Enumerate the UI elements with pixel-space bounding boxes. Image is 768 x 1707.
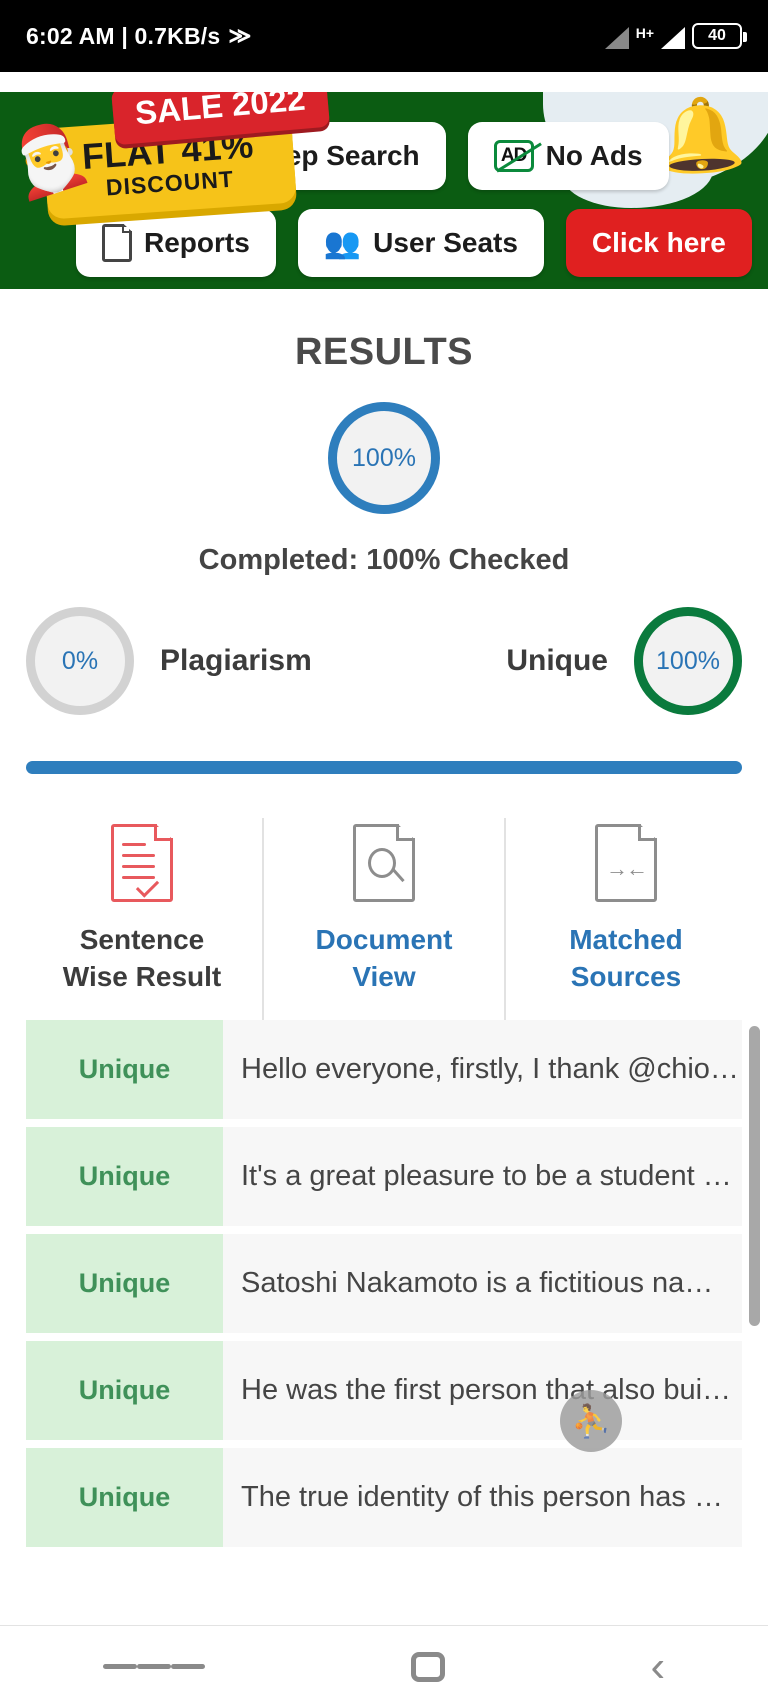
tab-document-line1: Document — [315, 924, 453, 955]
sentence-text: It's a great pleasure to be a student … — [241, 1159, 732, 1192]
promo-banner[interactable]: 🔔 Deep Search AD No Ads Reports 👥 User S… — [0, 92, 768, 289]
double-chevron-icon: ≫ — [228, 23, 251, 48]
document-match-icon: →← — [595, 824, 657, 902]
plagiarism-meter: 0% Plagiarism — [26, 607, 312, 715]
status-badge: Unique — [26, 1233, 223, 1333]
sentence-text: Hello everyone, firstly, I thank @chio… — [241, 1052, 739, 1085]
unique-label: Unique — [506, 644, 608, 677]
tab-matched-label: Matched Sources — [569, 922, 683, 996]
list-scrollbar[interactable] — [749, 1025, 760, 1326]
tab-sentence-line2: Wise Result — [62, 960, 222, 992]
system-navigation-bar: ‹ — [0, 1625, 768, 1707]
accessibility-icon[interactable]: ⛹ — [560, 1390, 622, 1452]
overall-score-ring: 100% — [328, 402, 440, 514]
promo-button-row-2: Reports 👥 User Seats Click here — [0, 209, 768, 277]
click-here-label: Click here — [591, 227, 726, 258]
user-seats-button[interactable]: 👥 User Seats — [297, 209, 544, 277]
plagiarism-value: 0% — [61, 646, 99, 675]
tab-matched-line1: Matched — [569, 924, 683, 955]
ad-blocked-icon: AD — [493, 140, 534, 172]
status-badge: Unique — [26, 1019, 223, 1119]
status-badge: Unique — [26, 1126, 223, 1226]
battery-indicator: 40 — [692, 23, 747, 49]
tab-sentence-line1: Sentence — [79, 924, 205, 955]
click-here-button[interactable]: Click here — [565, 209, 752, 277]
menu-icon[interactable] — [102, 1659, 205, 1674]
battery-level: 40 — [708, 27, 726, 44]
status-time-network: 6:02 AM | 0.7KB/s — [26, 22, 221, 49]
table-row[interactable]: Unique He was the first person that also… — [26, 1340, 742, 1440]
reports-button[interactable]: Reports — [76, 209, 276, 277]
table-row[interactable]: Unique It's a great pleasure to be a stu… — [26, 1126, 742, 1226]
tab-document-view[interactable]: Document View — [262, 818, 504, 1020]
no-ads-label: No Ads — [545, 140, 643, 171]
sentence-text: The true identity of this person has … — [241, 1480, 723, 1513]
phone-screen: 6:02 AM | 0.7KB/s ≫ H+ 40 🔔 Deep Search — [0, 0, 768, 1707]
tab-document-line2: View — [352, 960, 416, 992]
score-meters: 0% Plagiarism Unique 100% — [0, 607, 768, 715]
overall-score-value: 100% — [352, 443, 416, 472]
users-icon: 👥 — [323, 226, 362, 260]
network-type-label: H+ — [635, 25, 654, 41]
promo-banner-wrap: 🔔 Deep Search AD No Ads Reports 👥 User S… — [0, 72, 768, 289]
signal-bars-2-icon — [661, 27, 685, 49]
status-bar: 6:02 AM | 0.7KB/s ≫ H+ 40 — [0, 0, 768, 72]
table-row[interactable]: Unique Satoshi Nakamoto is a fictitious … — [26, 1233, 742, 1333]
completed-status: Completed: 100% Checked — [198, 544, 570, 576]
back-icon[interactable]: ‹ — [650, 1644, 665, 1689]
no-ads-button[interactable]: AD No Ads — [467, 122, 669, 190]
tab-matched-line2: Sources — [570, 960, 682, 992]
status-badge-label: Unique — [78, 1160, 171, 1191]
sentence-list: Unique Hello everyone, firstly, I thank … — [0, 1019, 768, 1547]
plagiarism-ring: 0% — [26, 607, 134, 715]
unique-value: 100% — [656, 646, 720, 675]
accessibility-glyph: ⛹ — [571, 1403, 611, 1439]
plagiarism-label: Plagiarism — [160, 644, 312, 677]
status-badge-label: Unique — [78, 1053, 171, 1084]
tab-matched-sources[interactable]: →← Matched Sources — [504, 818, 746, 1020]
tab-sentence-wise-result[interactable]: Sentence Wise Result — [22, 818, 262, 1020]
reports-label: Reports — [144, 227, 250, 258]
network-type-group: H+ — [636, 26, 654, 49]
progress-bar — [26, 761, 742, 774]
unique-meter: Unique 100% — [506, 607, 742, 715]
status-badge: Unique — [26, 1447, 223, 1547]
status-badge-label: Unique — [78, 1481, 171, 1512]
result-tabs: Sentence Wise Result Document View →← Ma… — [0, 818, 768, 1020]
tab-document-label: Document View — [316, 922, 453, 996]
status-badge: Unique — [26, 1340, 223, 1440]
user-seats-label: User Seats — [373, 227, 518, 258]
status-left: 6:02 AM | 0.7KB/s ≫ — [26, 22, 251, 50]
unique-ring: 100% — [634, 607, 742, 715]
table-row[interactable]: Unique The true identity of this person … — [26, 1447, 742, 1547]
document-search-icon — [353, 824, 415, 902]
report-icon — [102, 224, 132, 262]
status-right: H+ 40 — [604, 23, 747, 49]
status-badge-label: Unique — [78, 1267, 171, 1298]
home-icon[interactable] — [410, 1651, 445, 1682]
tab-sentence-label: Sentence Wise Result — [63, 922, 221, 996]
status-badge-label: Unique — [78, 1374, 171, 1405]
sentence-text: He was the first person that also bui… — [241, 1373, 732, 1406]
page-title: RESULTS — [294, 331, 474, 373]
signal-bars-icon — [604, 27, 629, 49]
table-row[interactable]: Unique Hello everyone, firstly, I thank … — [26, 1019, 742, 1119]
sentence-text: Satoshi Nakamoto is a fictitious na… — [241, 1266, 714, 1299]
document-check-icon — [111, 824, 173, 902]
